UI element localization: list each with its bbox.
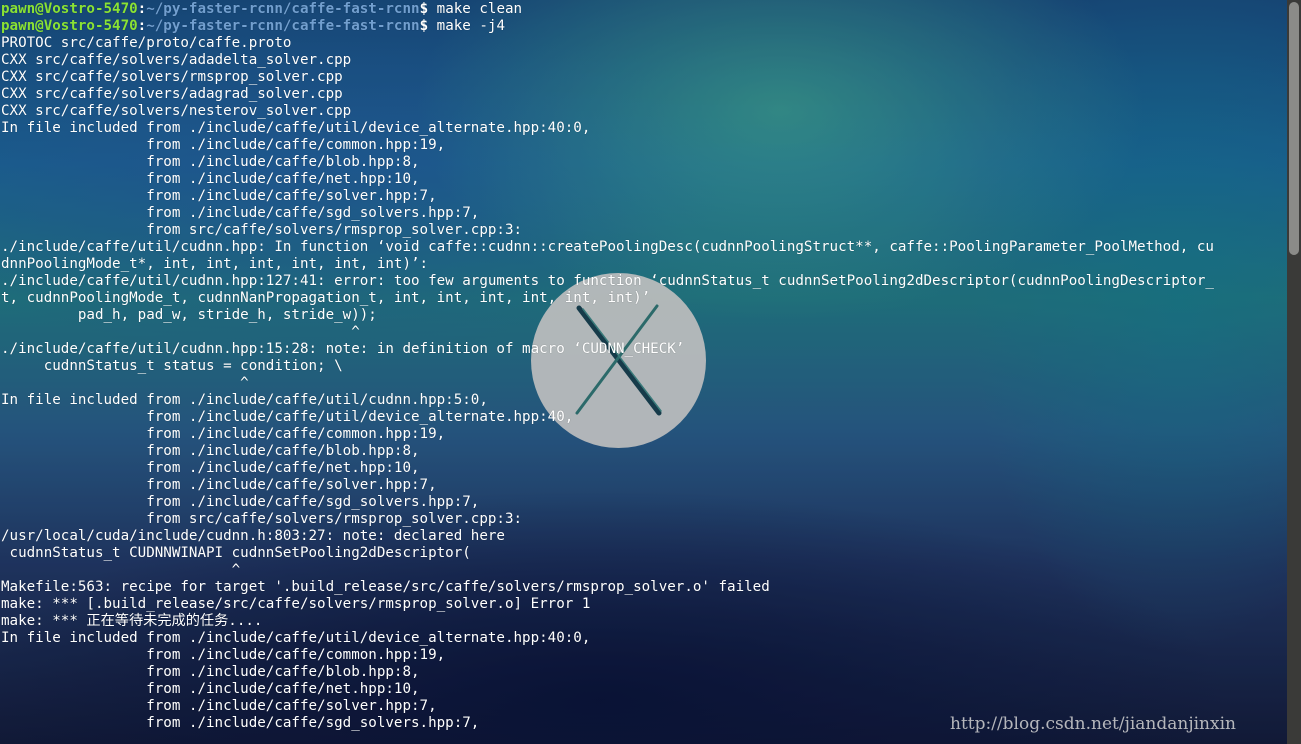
output-line: from src/caffe/solvers/rmsprop_solver.cp… <box>1 222 523 238</box>
prompt-symbol: $ <box>419 18 429 34</box>
prompt-path: ~/py-faster-rcnn/caffe-fast-rcnn <box>146 1 420 17</box>
output-line: ./include/caffe/util/cudnn.hpp:127:41: e… <box>1 273 1214 289</box>
output-line: from ./include/caffe/util/device_alterna… <box>1 409 574 425</box>
output-line: ./include/caffe/util/cudnn.hpp:15:28: no… <box>1 341 685 357</box>
output-line: from ./include/caffe/solver.hpp:7, <box>1 477 437 493</box>
output-line: ./include/caffe/util/cudnn.hpp: In funct… <box>1 239 1214 255</box>
output-line: In file included from ./include/caffe/ut… <box>1 120 591 136</box>
output-line: Makefile:563: recipe for target '.build_… <box>1 579 770 595</box>
output-line: CXX src/caffe/solvers/adadelta_solver.cp… <box>1 52 352 68</box>
output-line: from ./include/caffe/blob.hpp:8, <box>1 664 420 680</box>
prompt-path: ~/py-faster-rcnn/caffe-fast-rcnn <box>146 18 420 34</box>
output-line: make: *** [.build_release/src/caffe/solv… <box>1 596 591 612</box>
terminal-window[interactable]: pawn@Vostro-5470:~/py-faster-rcnn/caffe-… <box>0 0 1287 744</box>
command-text: make -j4 <box>436 18 505 34</box>
output-line: cudnnStatus_t CUDNNWINAPI cudnnSetPoolin… <box>1 545 471 561</box>
output-line: In file included from ./include/caffe/ut… <box>1 392 488 408</box>
output-line: ^ <box>1 375 249 391</box>
prompt-separator: : <box>137 1 147 17</box>
output-line: t, cudnnPoolingMode_t, cudnnNanPropagati… <box>1 290 651 306</box>
output-line: from ./include/caffe/common.hpp:19, <box>1 426 446 442</box>
output-line: pad_h, pad_w, stride_h, stride_w)); <box>1 307 377 323</box>
output-line: ^ <box>1 324 360 340</box>
terminal-output: pawn@Vostro-5470:~/py-faster-rcnn/caffe-… <box>1 1 1214 732</box>
output-line: from ./include/caffe/common.hpp:19, <box>1 647 446 663</box>
scrollbar[interactable] <box>1287 0 1301 744</box>
output-line: CXX src/caffe/solvers/adagrad_solver.cpp <box>1 86 343 102</box>
output-line: from ./include/caffe/blob.hpp:8, <box>1 154 420 170</box>
output-line: from ./include/caffe/net.hpp:10, <box>1 460 420 476</box>
scrollbar-thumb[interactable] <box>1289 2 1299 255</box>
prompt-user-host: pawn@Vostro-5470 <box>1 1 138 17</box>
output-lines: PROTOC src/caffe/proto/caffe.proto CXX sr… <box>1 35 1214 732</box>
output-line: from ./include/caffe/blob.hpp:8, <box>1 443 420 459</box>
output-line: from ./include/caffe/sgd_solvers.hpp:7, <box>1 205 480 221</box>
output-line: from ./include/caffe/net.hpp:10, <box>1 681 420 697</box>
prompt-symbol: $ <box>419 1 429 17</box>
output-line: from ./include/caffe/sgd_solvers.hpp:7, <box>1 494 480 510</box>
prompt-line: pawn@Vostro-5470:~/py-faster-rcnn/caffe-… <box>1 18 1214 35</box>
watermark: http://blog.csdn.net/jiandanjinxin <box>950 714 1236 734</box>
output-line: from ./include/caffe/common.hpp:19, <box>1 137 446 153</box>
prompt-separator: : <box>137 18 147 34</box>
output-line: CXX src/caffe/solvers/nesterov_solver.cp… <box>1 103 352 119</box>
command-text: make clean <box>436 1 523 17</box>
output-line: ^ <box>1 562 241 578</box>
output-line: cudnnStatus_t status = condition; \ <box>1 358 343 374</box>
output-line: PROTOC src/caffe/proto/caffe.proto <box>1 35 292 51</box>
prompt-line: pawn@Vostro-5470:~/py-faster-rcnn/caffe-… <box>1 1 1214 18</box>
output-line: /usr/local/cuda/include/cudnn.h:803:27: … <box>1 528 505 544</box>
prompt-user-host: pawn@Vostro-5470 <box>1 18 138 34</box>
output-line: dnnPoolingMode_t*, int, int, int, int, i… <box>1 256 429 272</box>
output-line: In file included from ./include/caffe/ut… <box>1 630 591 646</box>
output-line: from src/caffe/solvers/rmsprop_solver.cp… <box>1 511 523 527</box>
output-line: from ./include/caffe/solver.hpp:7, <box>1 188 437 204</box>
output-line: from ./include/caffe/net.hpp:10, <box>1 171 420 187</box>
output-line: CXX src/caffe/solvers/rmsprop_solver.cpp <box>1 69 343 85</box>
output-line: make: *** 正在等待未完成的任务.... <box>1 613 263 629</box>
output-line: from ./include/caffe/solver.hpp:7, <box>1 698 437 714</box>
